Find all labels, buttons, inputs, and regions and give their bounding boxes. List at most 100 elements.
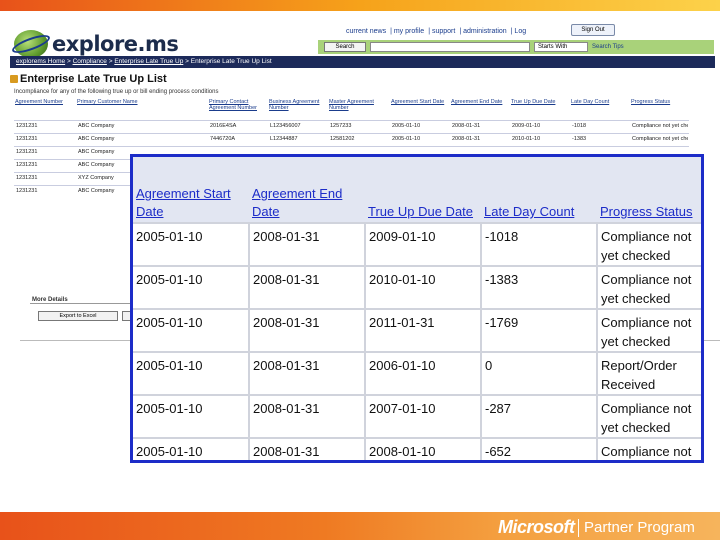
due-date-cell: 2010-01-10 — [365, 265, 482, 309]
export-excel-button[interactable]: Export to Excel — [38, 311, 118, 321]
list-icon — [10, 75, 18, 83]
table-cell: 2010-01-10 — [512, 136, 541, 142]
column-header-true-up-due-date[interactable]: True Up Due Date — [365, 157, 481, 223]
table-row: 2005-01-10 2008-01-31 2010-01-10 -1383 C… — [133, 265, 701, 309]
table-header-row: Agreement Start Date Agreement End Date … — [133, 157, 701, 223]
breadcrumb-late-true-up[interactable]: Enterprise Late True Up — [114, 58, 183, 65]
breadcrumb-home[interactable]: explorems Home — [16, 58, 65, 65]
end-date-cell: 2008-01-31 — [249, 394, 366, 438]
table-cell: Compliance not yet checked — [632, 123, 688, 129]
end-date-cell: 2008-01-31 — [249, 437, 366, 460]
microsoft-logo: Microsoft — [498, 517, 575, 537]
start-date-cell: 2005-01-10 — [133, 394, 250, 438]
start-date-cell: 2005-01-10 — [133, 351, 250, 395]
column-header-progress-status[interactable]: Progress Status — [597, 157, 701, 223]
late-day-count-cell: -1383 — [481, 265, 598, 309]
table-cell[interactable]: L12344887 — [268, 134, 328, 146]
agreement-number-cell[interactable]: 1231231 — [14, 173, 76, 185]
column-header[interactable]: Agreement Start Date — [390, 98, 450, 120]
late-day-count-cell: -1018 — [481, 222, 598, 266]
zoomed-results-table: Agreement Start Date Agreement End Date … — [133, 157, 701, 460]
late-day-count-cell: 0 — [481, 351, 598, 395]
table-cell: 2016E4SA — [210, 123, 237, 129]
search-mode-select[interactable]: Starts With — [534, 42, 588, 52]
table-cell: Compliance not yet checked — [632, 136, 688, 142]
table-row: 1231231 ABC Company 7446720A L12344887 1… — [14, 133, 689, 146]
progress-status-cell: Compliance not yet checked — [597, 265, 701, 309]
nav-link-log[interactable]: Log — [514, 28, 526, 35]
due-date-cell: 2007-01-10 — [365, 394, 482, 438]
page-title: Enterprise Late True Up List — [20, 73, 167, 85]
table-row: 2005-01-10 2008-01-31 2011-01-31 -1769 C… — [133, 308, 701, 352]
breadcrumb-compliance[interactable]: Compliance — [73, 58, 107, 65]
table-cell: 2005-01-10 — [392, 136, 421, 142]
progress-status-cell: Compliance not yet checked — [597, 308, 701, 352]
table-cell: 1257233 — [330, 123, 352, 129]
background-table-header: Agreement Number Primary Customer Name P… — [14, 98, 689, 120]
column-header[interactable]: Agreement Number — [14, 98, 76, 120]
table-cell: 2008-01-31 — [452, 123, 481, 129]
nav-link-support[interactable]: support — [432, 28, 455, 35]
table-row: 2005-01-10 2008-01-31 2006-01-10 0 Repor… — [133, 351, 701, 395]
start-date-cell: 2005-01-10 — [133, 265, 250, 309]
agreement-number-cell[interactable]: 1231231 — [14, 121, 76, 133]
top-nav-links: current news | my profile | support | admin… — [346, 28, 527, 35]
column-header[interactable]: True Up Due Date — [510, 98, 570, 120]
nav-link-news[interactable]: current news — [346, 28, 386, 35]
table-cell: 2009-01-10 — [512, 123, 541, 129]
partner-program-label: Partner Program — [584, 519, 695, 536]
late-day-count-cell: -287 — [481, 394, 598, 438]
column-header[interactable]: Primary Customer Name — [76, 98, 208, 120]
table-cell: 12581202 — [330, 136, 355, 142]
table-row: 2005-01-10 2008-01-31 2009-01-10 -1018 C… — [133, 222, 701, 266]
progress-status-cell: Compliance not yet checked — [597, 437, 701, 460]
progress-status-cell: Compliance not yet checked — [597, 222, 701, 266]
table-cell: 2008-01-31 — [452, 136, 481, 142]
table-cell: 2005-01-10 — [392, 123, 421, 129]
table-cell: 7446720A — [210, 136, 236, 142]
due-date-cell: 2008-01-10 — [365, 437, 482, 460]
column-header[interactable]: Master Agreement Number — [328, 98, 390, 120]
search-input[interactable] — [370, 42, 530, 52]
table-cell[interactable]: L123456007 — [268, 121, 328, 133]
start-date-cell: 2005-01-10 — [133, 222, 250, 266]
table-row: 2005-01-10 2008-01-31 2008-01-10 -652 Co… — [133, 437, 701, 460]
customer-cell: ABC Company — [78, 123, 115, 129]
late-day-count-cell: -1769 — [481, 308, 598, 352]
customer-cell: ABC Company — [78, 136, 115, 142]
end-date-cell: 2008-01-31 — [249, 265, 366, 309]
start-date-cell: 2005-01-10 — [133, 437, 250, 460]
search-button[interactable]: Search — [324, 42, 366, 52]
column-header-late-day-count[interactable]: Late Day Count — [481, 157, 597, 223]
column-header[interactable]: Agreement End Date — [450, 98, 510, 120]
column-header[interactable]: Business Agreement Number — [268, 98, 328, 120]
nav-link-administration[interactable]: administration — [463, 28, 507, 35]
due-date-cell: 2009-01-10 — [365, 222, 482, 266]
table-row: 2005-01-10 2008-01-31 2007-01-10 -287 Co… — [133, 394, 701, 438]
agreement-number-cell[interactable]: 1231231 — [14, 134, 76, 146]
column-header[interactable]: Progress Status — [630, 98, 688, 120]
late-day-count-cell: -652 — [481, 437, 598, 460]
search-bar: Search Starts With Search Tips — [318, 40, 714, 54]
agreement-number-cell[interactable]: 1231231 — [14, 186, 76, 198]
due-date-cell: 2006-01-10 — [365, 351, 482, 395]
progress-status-cell: Compliance not yet checked — [597, 394, 701, 438]
breadcrumb-current: Enterprise Late True Up List — [190, 58, 272, 65]
table-cell: -1383 — [572, 136, 587, 142]
column-header-agreement-end-date[interactable]: Agreement End Date — [249, 157, 365, 223]
due-date-cell: 2011-01-31 — [365, 308, 482, 352]
breadcrumb: explorems Home > Compliance > Enterprise… — [10, 56, 715, 68]
table-cell: -1018 — [572, 123, 587, 129]
divider — [578, 519, 579, 537]
end-date-cell: 2008-01-31 — [249, 308, 366, 352]
sign-out-button[interactable]: Sign Out — [571, 24, 615, 36]
search-tips-link[interactable]: Search Tips — [592, 42, 624, 52]
agreement-number-cell[interactable]: 1231231 — [14, 160, 76, 172]
nav-link-profile[interactable]: my profile — [394, 28, 424, 35]
agreement-number-cell[interactable]: 1231231 — [14, 147, 76, 159]
column-header[interactable]: Late Day Count — [570, 98, 630, 120]
end-date-cell: 2008-01-31 — [249, 351, 366, 395]
column-header[interactable]: Primary Contact Agreement Number — [208, 98, 268, 120]
top-accent-band — [0, 0, 720, 11]
column-header-agreement-start-date[interactable]: Agreement Start Date — [133, 157, 249, 223]
